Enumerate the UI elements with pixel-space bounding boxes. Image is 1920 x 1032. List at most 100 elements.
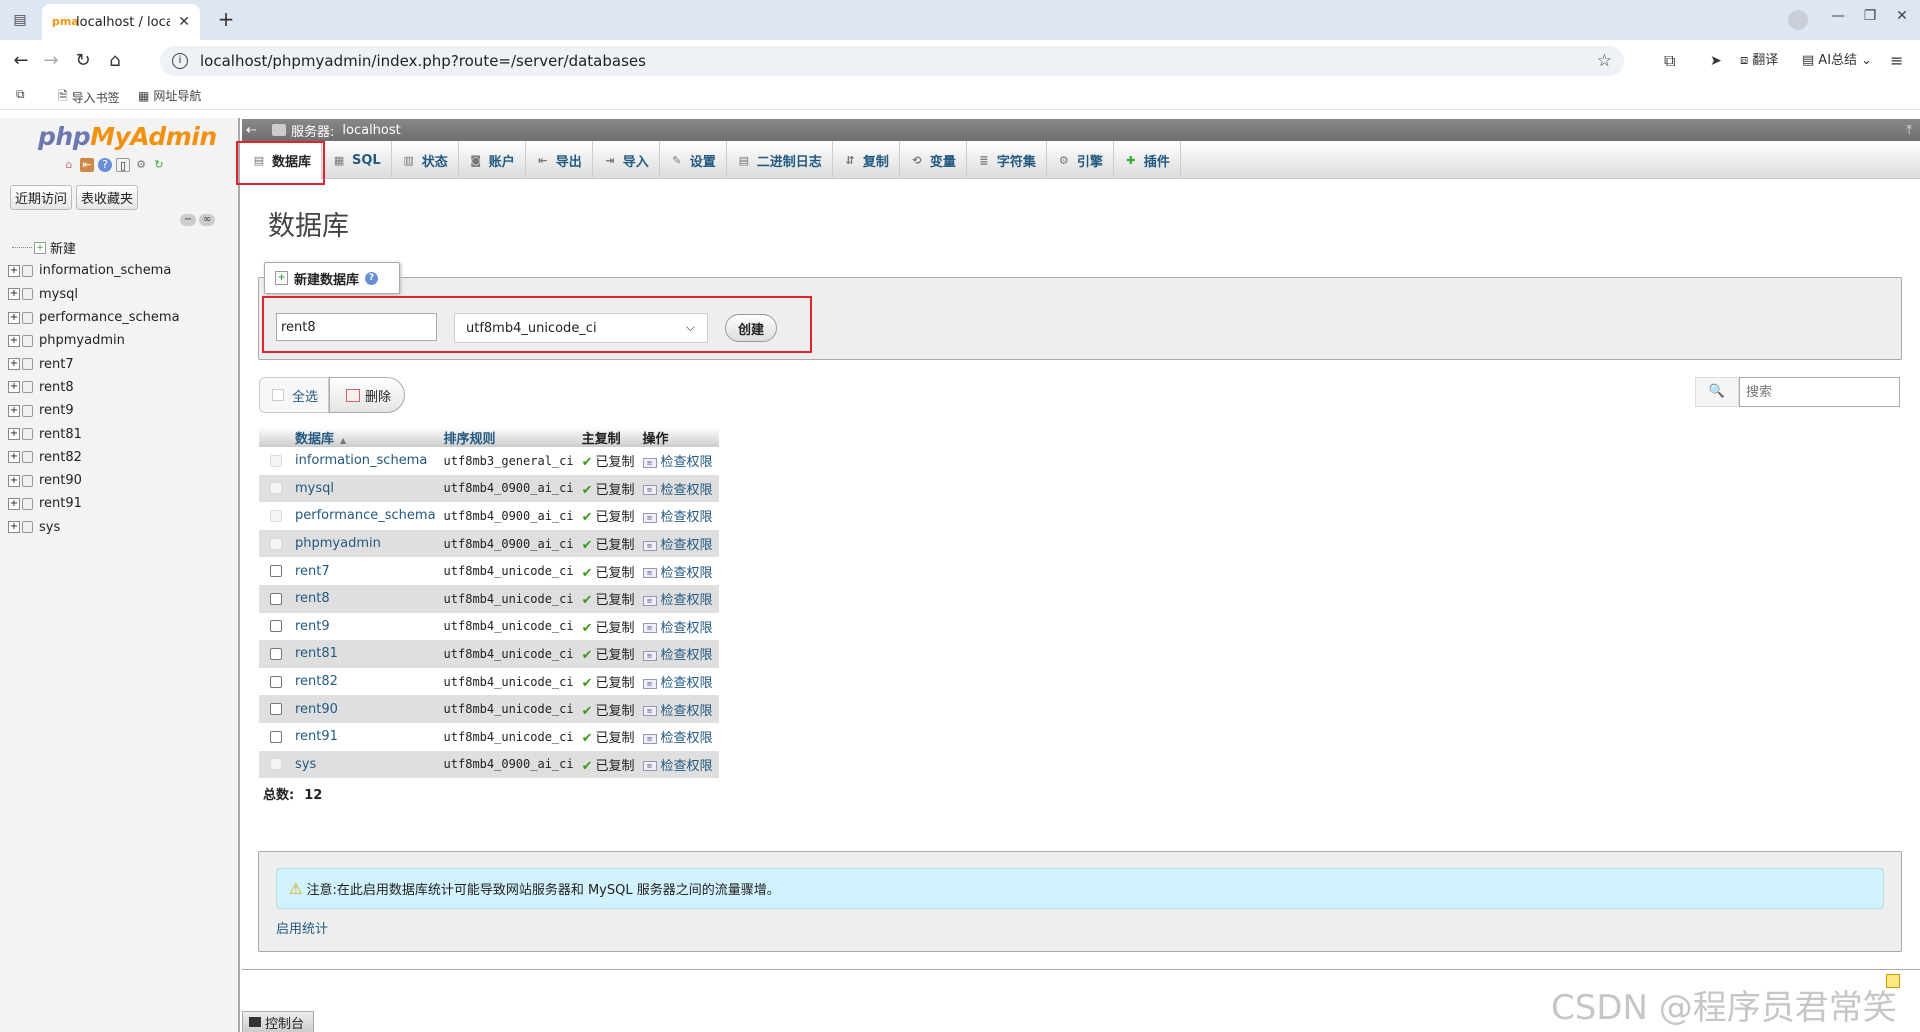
refresh-icon[interactable]: ↻	[152, 158, 166, 172]
check-privileges-link[interactable]: ≡ 检查权限	[640, 557, 719, 585]
sort-database-link[interactable]: 数据库	[295, 432, 334, 447]
row-checkbox[interactable]	[270, 565, 282, 578]
tab-variables[interactable]: ⟲ 变量	[900, 141, 967, 179]
check-privileges-link[interactable]: ≡ 检查权限	[640, 640, 719, 668]
expand-icon[interactable]: +	[8, 311, 20, 324]
tree-database-label[interactable]: rent91	[39, 496, 82, 511]
tree-database-label[interactable]: sys	[39, 520, 60, 535]
send-icon[interactable]: ➤	[1710, 50, 1722, 72]
tree-database-item[interactable]: + rent90	[8, 469, 238, 492]
menu-icon[interactable]: ≡	[1890, 50, 1903, 72]
link-icon[interactable]: ∞	[199, 214, 215, 226]
tab-status[interactable]: ▥ 状态	[392, 141, 459, 179]
site-nav-link[interactable]: ▦ 网址导航	[138, 87, 201, 104]
home-icon[interactable]: ⌂	[62, 158, 76, 172]
expand-icon[interactable]: +	[8, 334, 20, 347]
tab-actions-icon[interactable]: ▤	[12, 12, 28, 28]
site-info-icon[interactable]: i	[172, 53, 188, 69]
tree-database-label[interactable]: phpmyadmin	[39, 333, 125, 348]
database-name-link[interactable]: sys	[293, 750, 442, 779]
check-privileges-link[interactable]: ≡ 检查权限	[640, 667, 719, 696]
console-tab[interactable]: 控制台	[242, 1011, 314, 1032]
tree-database-item[interactable]: + information_schema	[8, 259, 238, 282]
database-name-input[interactable]	[276, 313, 437, 341]
check-privileges-link[interactable]: ≡ 检查权限	[640, 502, 719, 530]
tree-database-label[interactable]: rent82	[39, 450, 82, 465]
favorites-button[interactable]: 表收藏夹	[76, 185, 139, 210]
tab-export[interactable]: ⇤ 导出	[526, 141, 593, 179]
tree-database-label[interactable]: information_schema	[39, 263, 171, 278]
select-all-checkbox[interactable]	[272, 389, 284, 401]
expand-icon[interactable]: +	[8, 451, 20, 464]
tab-replication[interactable]: ⇵ 复制	[833, 141, 900, 179]
select-all-toggle[interactable]: 全选	[259, 377, 329, 413]
expand-icon[interactable]: +	[8, 264, 20, 277]
expand-icon[interactable]: +	[8, 428, 20, 441]
tree-database-label[interactable]: rent8	[39, 380, 74, 395]
row-checkbox[interactable]	[270, 703, 282, 716]
address-url[interactable]: localhost/phpmyadmin/index.php?route=/se…	[200, 52, 1597, 70]
tree-database-item[interactable]: + mysql	[8, 283, 238, 306]
tree-database-label[interactable]: rent90	[39, 473, 82, 488]
tab-users[interactable]: ◙ 账户	[459, 141, 526, 179]
database-name-link[interactable]: performance_schema	[293, 502, 442, 530]
tree-database-item[interactable]: + rent91	[8, 492, 238, 515]
translate-button[interactable]: ⧈ 翻译	[1740, 50, 1778, 72]
tab-sql[interactable]: ▦ SQL	[322, 141, 392, 179]
window-close-icon[interactable]: ✕	[1888, 8, 1916, 24]
new-tab-icon[interactable]: +	[214, 8, 238, 32]
back-icon[interactable]: ←	[10, 50, 32, 72]
check-privileges-link[interactable]: ≡ 检查权限	[640, 529, 719, 558]
expand-icon[interactable]: +	[8, 474, 20, 487]
bookmark-star-icon[interactable]: ☆	[1597, 51, 1612, 71]
database-name-link[interactable]: rent82	[293, 667, 442, 696]
row-checkbox[interactable]	[270, 592, 282, 605]
tree-new-database[interactable]: + 新建	[8, 236, 238, 259]
recent-button[interactable]: 近期访问	[10, 185, 73, 210]
tree-database-item[interactable]: + rent9	[8, 399, 238, 422]
database-name-link[interactable]: information_schema	[293, 447, 442, 475]
database-name-link[interactable]: rent8	[293, 584, 442, 613]
row-checkbox[interactable]	[270, 620, 282, 633]
tab-plugin[interactable]: ✚ 插件	[1114, 141, 1181, 179]
expand-icon[interactable]: +	[8, 404, 20, 417]
row-checkbox[interactable]	[270, 730, 282, 743]
tab-import[interactable]: ⇥ 导入	[593, 141, 660, 179]
extensions-icon[interactable]: ⧉	[1664, 50, 1675, 72]
check-privileges-link[interactable]: ≡ 检查权限	[640, 750, 719, 779]
database-name-link[interactable]: rent81	[293, 640, 442, 668]
tree-database-item[interactable]: + rent8	[8, 376, 238, 399]
row-checkbox[interactable]	[270, 647, 282, 660]
tree-database-item[interactable]: + rent82	[8, 446, 238, 469]
maximize-icon[interactable]: ⤒	[1906, 123, 1912, 138]
bookmark-app-icon[interactable]: ⧉	[16, 87, 25, 102]
tree-database-label[interactable]: performance_schema	[39, 310, 180, 325]
delete-button[interactable]: 删除	[329, 377, 405, 413]
header-database[interactable]: 数据库 ▲	[293, 427, 442, 447]
tree-database-item[interactable]: + rent81	[8, 422, 238, 445]
database-name-link[interactable]: rent9	[293, 612, 442, 641]
tab-engine[interactable]: ⚙ 引擎	[1047, 141, 1114, 179]
home-icon[interactable]: ⌂	[104, 50, 126, 72]
database-name-link[interactable]: phpmyadmin	[293, 529, 442, 558]
tree-database-label[interactable]: rent9	[39, 403, 74, 418]
help-icon[interactable]: ?	[98, 158, 112, 172]
database-name-link[interactable]: rent91	[293, 722, 442, 751]
tree-database-label[interactable]: rent81	[39, 427, 82, 442]
collation-select[interactable]: utf8mb4_unicode_ci ⌵	[454, 313, 708, 343]
check-privileges-link[interactable]: ≡ 检查权限	[640, 722, 719, 751]
restore-icon[interactable]: ❐	[1856, 8, 1884, 24]
tab-charset[interactable]: ≣ 字符集	[967, 141, 1047, 179]
tree-database-label[interactable]: rent7	[39, 357, 74, 372]
check-privileges-link[interactable]: ≡ 检查权限	[640, 695, 719, 723]
browser-tab[interactable]: pma localhost / localhost ✕	[42, 4, 200, 40]
minimize-icon[interactable]: —	[1824, 8, 1852, 24]
import-bookmarks-link[interactable]: 🗎 导入书签	[58, 87, 120, 108]
create-button[interactable]: 创建	[725, 314, 777, 342]
tree-database-item[interactable]: + performance_schema	[8, 306, 238, 329]
check-privileges-link[interactable]: ≡ 检查权限	[640, 612, 719, 641]
database-name-link[interactable]: rent7	[293, 557, 442, 585]
tree-database-item[interactable]: + phpmyadmin	[8, 329, 238, 352]
tab-binlog[interactable]: ▤ 二进制日志	[727, 141, 833, 179]
check-privileges-link[interactable]: ≡ 检查权限	[640, 447, 719, 475]
